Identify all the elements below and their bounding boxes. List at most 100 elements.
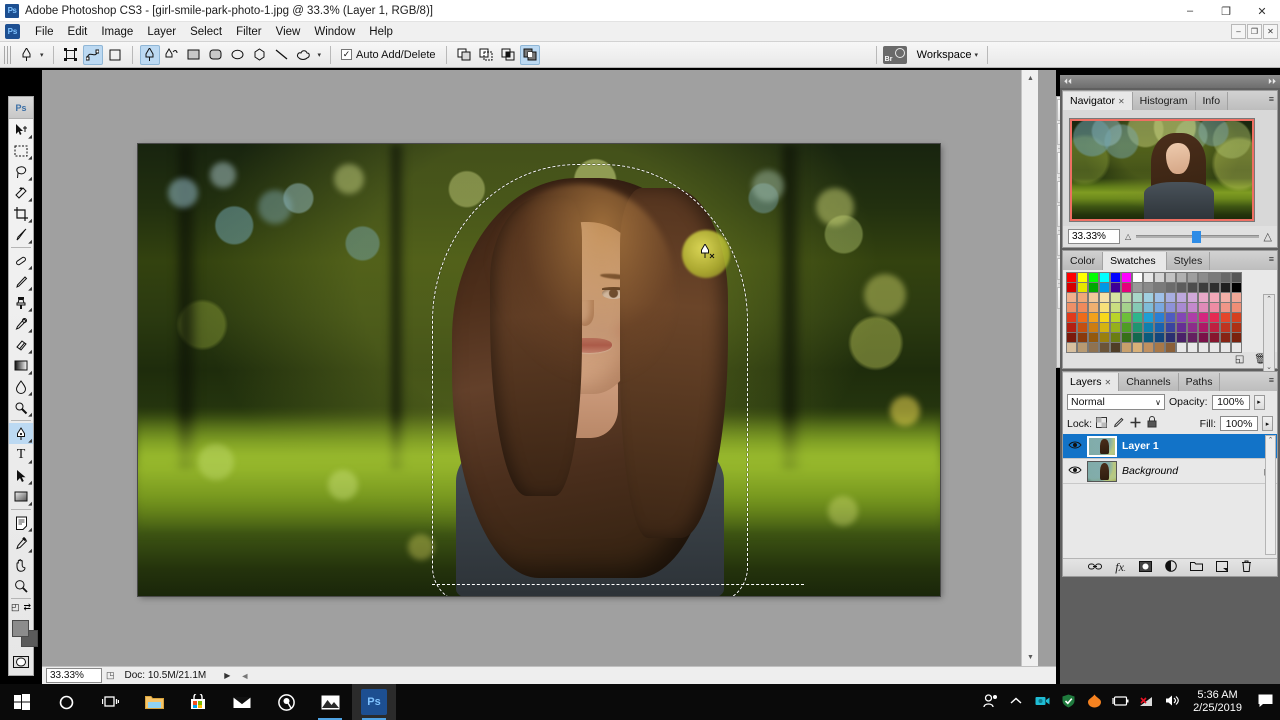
slice-tool[interactable]: ◢ (9, 224, 33, 245)
dock-collapse-icon[interactable]: ⏴⏴ (1064, 77, 1072, 87)
background-layer-name[interactable]: Background (1122, 465, 1178, 477)
brush-tool[interactable]: ◢ (9, 271, 33, 292)
delete-layer-button[interactable] (1241, 560, 1252, 575)
intersect-path-icon[interactable] (498, 45, 518, 65)
menu-help[interactable]: Help (362, 24, 400, 40)
fill-field[interactable]: 100% (1220, 416, 1258, 431)
add-to-path-icon[interactable] (454, 45, 474, 65)
dock-expand-icon[interactable]: ⏵⏵ (1268, 77, 1276, 87)
swatch-cell[interactable] (1131, 341, 1143, 353)
go-to-bridge-icon[interactable] (882, 46, 907, 64)
freeform-pen-tool-icon[interactable] (162, 45, 182, 65)
menu-select[interactable]: Select (183, 24, 229, 40)
rectangle-shape-tool[interactable]: ◢ (9, 486, 33, 507)
start-button[interactable] (0, 684, 44, 720)
app-menu-icon[interactable]: Ps (5, 24, 20, 39)
file-explorer-icon[interactable] (132, 684, 176, 720)
doc-minimize-button[interactable]: – (1231, 24, 1246, 39)
swatch-cell[interactable] (1175, 341, 1187, 353)
swatches-scrollbar[interactable]: ⌃ ⌄ (1263, 294, 1275, 372)
workspace-label[interactable]: Workspace (917, 49, 972, 61)
opacity-spinner[interactable]: ▸ (1253, 394, 1265, 410)
new-group-button[interactable] (1189, 561, 1203, 574)
lock-all-icon[interactable] (1147, 416, 1157, 431)
shape-layers-icon[interactable] (61, 45, 81, 65)
task-view-icon[interactable] (88, 684, 132, 720)
menu-filter[interactable]: Filter (229, 24, 269, 40)
network-disconnected-icon[interactable] (1133, 695, 1159, 710)
auto-add-delete-check-icon[interactable]: ✓ (341, 49, 353, 60)
rectangle-tool-icon[interactable] (184, 45, 204, 65)
clone-stamp-tool[interactable]: ◢ (9, 292, 33, 313)
default-colors-icon[interactable]: ◰ (11, 602, 20, 613)
show-hidden-icons-icon[interactable] (1003, 696, 1029, 708)
layers-scroll-up-icon[interactable]: ⌃ (1266, 436, 1275, 444)
swatch-grid[interactable] (1063, 270, 1277, 353)
options-bar-grip[interactable] (4, 45, 11, 64)
adjustment-layer-button[interactable] (1164, 560, 1177, 575)
shape-caret-icon[interactable]: ▾ (318, 51, 322, 59)
notes-tool[interactable]: ◢ (9, 512, 33, 533)
gradient-tool[interactable]: ◢ (9, 355, 33, 376)
fill-pixels-icon[interactable] (105, 45, 125, 65)
navigator-zoom-slider[interactable] (1136, 231, 1259, 243)
doc-close-button[interactable]: ✕ (1263, 24, 1278, 39)
photoshop-taskbar-icon[interactable]: Ps (352, 684, 396, 720)
dodge-tool[interactable]: ◢ (9, 397, 33, 418)
microsoft-store-icon[interactable] (176, 684, 220, 720)
paths-icon[interactable] (82, 44, 103, 65)
healing-brush-tool[interactable]: ◢ (9, 250, 33, 271)
menu-file[interactable]: File (28, 24, 61, 40)
tab-styles[interactable]: Styles (1166, 252, 1211, 270)
navigator-zoom-out-icon[interactable]: △ (1125, 232, 1131, 241)
pen-tool-icon[interactable] (16, 45, 36, 65)
layer-1-thumbnail[interactable] (1087, 435, 1117, 457)
pen-tool[interactable]: ◢ (9, 423, 33, 444)
doc-restore-button[interactable]: ❐ (1247, 24, 1262, 39)
new-layer-button[interactable] (1215, 560, 1228, 575)
camera-icon[interactable] (1029, 695, 1055, 710)
tab-navigator[interactable]: Navigator ✕ (1063, 92, 1133, 110)
swatches-panel-menu-icon[interactable]: ≡ (1269, 254, 1274, 264)
tab-paths[interactable]: Paths (1178, 373, 1221, 391)
exclude-path-icon[interactable] (519, 44, 540, 65)
taskbar-clock[interactable]: 5:36 AM 2/25/2019 (1185, 689, 1250, 715)
navigator-thumbnail[interactable] (1069, 118, 1255, 222)
polygon-tool-icon[interactable] (250, 45, 270, 65)
history-brush-tool[interactable]: ◢ (9, 313, 33, 334)
navigator-zoom-slider-knob[interactable] (1192, 231, 1202, 243)
lock-position-icon[interactable] (1130, 417, 1141, 431)
blur-tool[interactable]: ◢ (9, 376, 33, 397)
swatch-cell[interactable] (1142, 341, 1154, 353)
layer-row-layer-1[interactable]: Layer 1 (1063, 434, 1277, 459)
line-tool-icon[interactable] (272, 45, 292, 65)
tab-swatches[interactable]: Swatches (1103, 252, 1167, 270)
fill-spinner[interactable]: ▸ (1262, 416, 1273, 431)
workspace-caret-icon[interactable]: ▾ (974, 51, 978, 59)
minimize-button[interactable]: – (1172, 0, 1208, 22)
zoom-tool[interactable] (9, 575, 33, 596)
eraser-tool[interactable]: ◢ (9, 334, 33, 355)
menu-image[interactable]: Image (94, 24, 140, 40)
tool-preset-caret-icon[interactable]: ▾ (40, 51, 44, 59)
eyedropper-tool[interactable]: ◢ (9, 533, 33, 554)
status-menu-arrow-icon[interactable]: ▶ (224, 671, 230, 680)
navigator-panel-menu-icon[interactable]: ≡ (1269, 94, 1274, 104)
tab-info[interactable]: Info (1195, 92, 1229, 110)
hand-tool[interactable] (9, 554, 33, 575)
scroll-up-arrow[interactable]: ▲ (1022, 70, 1038, 87)
status-preview-icon[interactable]: ◳ (106, 670, 115, 681)
swatch-cell[interactable] (1076, 341, 1088, 353)
swatch-cell[interactable] (1219, 341, 1231, 353)
restore-button[interactable]: ❐ (1208, 0, 1244, 22)
subtract-from-path-icon[interactable] (476, 45, 496, 65)
layers-panel-menu-icon[interactable]: ≡ (1269, 375, 1274, 385)
dock-header[interactable]: ⏴⏴ ⏵⏵ (1060, 75, 1280, 88)
battery-icon[interactable] (1107, 695, 1133, 709)
move-tool[interactable]: ◢ (9, 119, 33, 140)
crop-tool[interactable]: ◢ (9, 203, 33, 224)
navigator-zoom-in-icon[interactable]: △ (1264, 230, 1272, 243)
ellipse-tool-icon[interactable] (228, 45, 248, 65)
layers-empty-area[interactable] (1063, 484, 1277, 558)
auto-add-delete-checkbox[interactable]: ✓ Auto Add/Delete (341, 49, 436, 61)
